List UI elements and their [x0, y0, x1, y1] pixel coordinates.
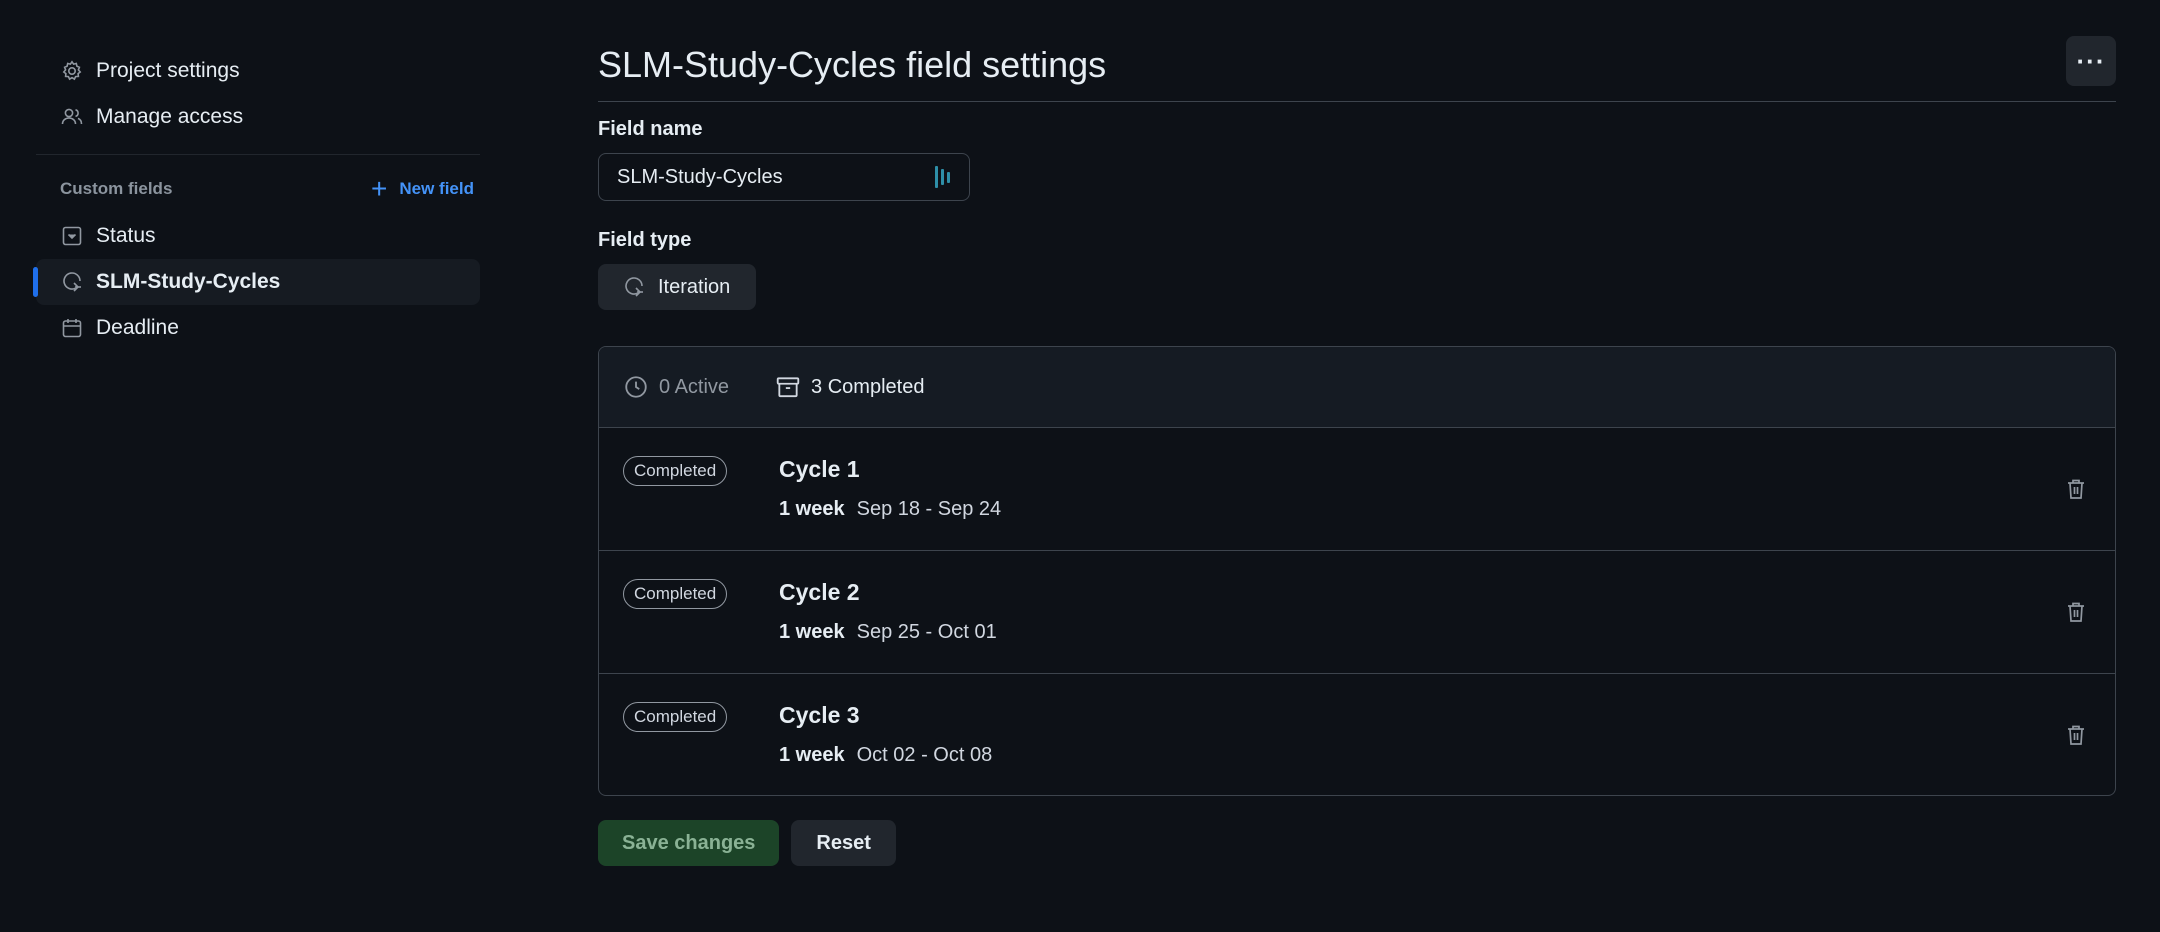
- status-badge: Completed: [623, 702, 728, 732]
- field-type-pill: Iteration: [598, 264, 757, 310]
- tab-label: 0 Active: [659, 375, 730, 398]
- tab-active[interactable]: 0 Active: [623, 374, 729, 400]
- calendar-icon: [60, 316, 84, 340]
- trash-icon: [2068, 725, 2084, 745]
- gear-icon: [60, 59, 84, 83]
- custom-fields-header: Custom fields + New field: [36, 169, 480, 209]
- iteration-meta: 1 week Sep 18 - Sep 24: [779, 498, 1001, 521]
- iteration-title[interactable]: Cycle 1: [779, 456, 860, 483]
- iterations-icon: [625, 277, 643, 297]
- kebab-icon: ···: [2076, 45, 2106, 76]
- sidebar-item-manage-access[interactable]: Manage access: [36, 94, 480, 140]
- new-field-label: New field: [399, 179, 474, 198]
- delete-iteration-button[interactable]: [2061, 720, 2091, 750]
- iteration-row: Completed Cycle 1 1 week Sep 18 - Sep 24: [599, 428, 2115, 551]
- sidebar-item-label: Deadline: [96, 316, 179, 339]
- iterations-panel: 0 Active 3 Completed Completed Cycle 1 1…: [598, 346, 2116, 796]
- title-row: SLM-Study-Cycles field settings ···: [598, 34, 2116, 102]
- sidebar-item-label: Project settings: [96, 59, 240, 82]
- iteration-dates: Oct 02 - Oct 08: [856, 744, 993, 766]
- plus-icon: +: [371, 173, 388, 204]
- page-title: SLM-Study-Cycles field settings: [598, 44, 1107, 85]
- people-icon: [60, 105, 84, 129]
- sidebar: Project settings Manage access Custom fi…: [33, 48, 480, 351]
- field-type-value: Iteration: [658, 275, 731, 298]
- delete-iteration-button[interactable]: [2061, 597, 2091, 627]
- footer-buttons: Save changes Reset: [598, 820, 2116, 866]
- single-select-icon: [60, 224, 84, 248]
- field-name-input[interactable]: SLM-Study-Cycles: [598, 153, 970, 201]
- iteration-row: Completed Cycle 2 1 week Sep 25 - Oct 01: [599, 551, 2115, 674]
- sidebar-divider: [36, 154, 480, 155]
- reset-button[interactable]: Reset: [791, 820, 896, 866]
- iteration-dates: Sep 18 - Sep 24: [856, 498, 1002, 520]
- iteration-meta: 1 week Oct 02 - Oct 08: [779, 744, 992, 767]
- save-changes-button[interactable]: Save changes: [598, 820, 780, 866]
- trash-icon: [2068, 602, 2084, 622]
- iteration-title[interactable]: Cycle 2: [779, 579, 860, 606]
- iteration-title[interactable]: Cycle 3: [779, 702, 860, 729]
- custom-fields-label: Custom fields: [60, 179, 173, 198]
- iteration-meta: 1 week Sep 25 - Oct 01: [779, 621, 997, 644]
- iteration-duration: 1 week: [779, 498, 845, 520]
- iteration-duration: 1 week: [779, 744, 845, 766]
- iteration-row: Completed Cycle 3 1 week Oct 02 - Oct 08: [599, 674, 2115, 795]
- sidebar-item-label: SLM-Study-Cycles: [96, 270, 281, 293]
- delete-iteration-button[interactable]: [2061, 474, 2091, 504]
- clock-icon: [625, 376, 647, 398]
- password-manager-icon[interactable]: [935, 166, 951, 188]
- sidebar-item-label: Manage access: [96, 105, 244, 128]
- iteration-duration: 1 week: [779, 621, 845, 643]
- field-type-label: Field type: [598, 229, 692, 251]
- trash-icon: [2068, 479, 2084, 499]
- tab-completed[interactable]: 3 Completed: [775, 374, 924, 400]
- status-badge: Completed: [623, 456, 728, 486]
- iterations-tabs: 0 Active 3 Completed: [599, 347, 2115, 428]
- tab-label: 3 Completed: [811, 375, 925, 398]
- sidebar-item-label: Status: [96, 224, 156, 247]
- status-badge: Completed: [623, 579, 728, 609]
- more-options-button[interactable]: ···: [2066, 36, 2116, 86]
- sidebar-item-deadline[interactable]: Deadline: [36, 305, 480, 351]
- iteration-dates: Sep 25 - Oct 01: [856, 621, 997, 643]
- sidebar-item-project-settings[interactable]: Project settings: [36, 48, 480, 94]
- field-name-value: SLM-Study-Cycles: [617, 165, 783, 188]
- main-content: SLM-Study-Cycles field settings ··· Fiel…: [598, 34, 2116, 866]
- sidebar-item-status[interactable]: Status: [36, 213, 480, 259]
- sidebar-item-slm-study-cycles[interactable]: SLM-Study-Cycles: [33, 259, 480, 305]
- iterations-icon: [60, 270, 84, 294]
- field-name-label: Field name: [598, 118, 703, 140]
- new-field-button[interactable]: + New field: [371, 175, 474, 203]
- archive-icon: [776, 377, 800, 398]
